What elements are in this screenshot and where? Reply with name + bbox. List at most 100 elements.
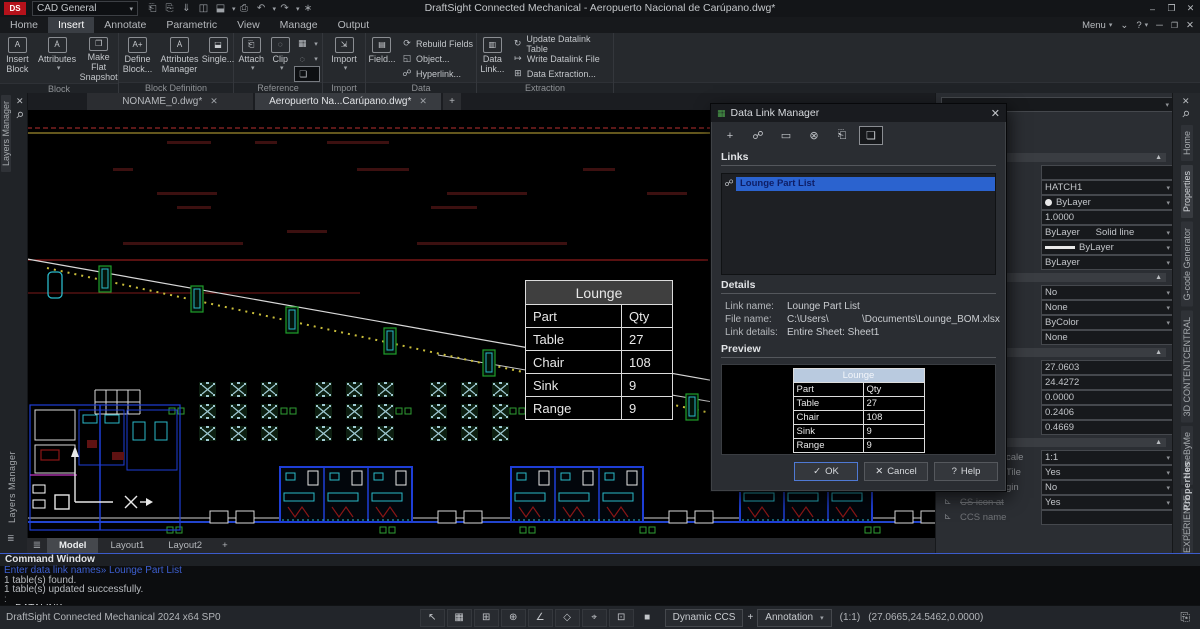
prop-field[interactable]: Yes▾ [1041,465,1174,480]
layers-manager-tab[interactable]: Layers Manager [1,95,11,172]
edit-reference-button[interactable]: ❏ [294,66,320,82]
doc-tab-aeropuerto[interactable]: Aeropuerto Na...Carúpano.dwg*✕ [255,93,441,110]
new-file-icon[interactable]: ⎗ [144,2,161,15]
prop-field[interactable] [1041,510,1174,525]
update-datalink-table-button[interactable]: ↻Update Datalink Table [510,36,613,51]
rebuild-fields-button[interactable]: ⟳Rebuild Fields [399,36,475,51]
prop-field[interactable]: 1.0000 [1041,210,1174,225]
pin-icon[interactable]: ⚲ [1179,108,1191,120]
polar-icon[interactable]: ∠ [528,609,553,627]
ribbon-tab-view[interactable]: View [227,17,270,33]
prop-field[interactable]: No▾ [1041,480,1174,495]
close-icon[interactable]: ✕ [1182,96,1190,107]
insert-block-button[interactable]: A InsertBlock [0,34,35,83]
snap-icon[interactable]: ⊞ [474,609,499,627]
prop-field[interactable]: 1:1▾ [1041,450,1174,465]
ribbon-tab-manage[interactable]: Manage [270,17,328,33]
minimize-button[interactable]: – [1143,1,1162,16]
clip-button[interactable]: ◌ Clip▾ [268,34,292,82]
add-scale-button[interactable]: + [747,612,753,623]
ribbon-tab-annotate[interactable]: Annotate [94,17,156,33]
new-doc-tab-button[interactable]: + [443,93,461,110]
layers-manager-bottom-label[interactable]: Layers Manager [7,451,17,523]
grid-icon[interactable]: ▦ [447,609,472,627]
prop-field[interactable]: 0.4669 [1041,420,1174,435]
collapse-ribbon-icon[interactable]: ⌄ [1120,20,1128,31]
pin-icon[interactable]: ⚲ [13,109,25,121]
ribbon-tab-output[interactable]: Output [328,17,380,33]
undo-icon[interactable]: ↶ [253,2,270,15]
field-button[interactable]: ▤ Field... [367,34,397,82]
export-image-icon[interactable]: ◫ [195,2,212,15]
attributes-button[interactable]: Ȧ Attributes▾ [37,34,78,83]
help-button[interactable]: ?▾ [1136,20,1148,31]
palette-tab-gcode[interactable]: G-code Generator [1181,222,1193,307]
attach-button[interactable]: ⎗ Attach▾ [236,34,266,82]
data-link-button[interactable]: ▥ DataLink... [477,34,508,82]
close-button[interactable]: ✕ [1181,1,1200,16]
xref-frame-button[interactable]: ◌▾ [294,51,320,66]
lounge-table[interactable]: Lounge PartQty Table27 Chair108 Sink9 Ra… [525,280,673,420]
prop-field[interactable]: ByLayer▾ [1041,240,1174,255]
write-datalink-file-button[interactable]: ↦Write Datalink File [510,51,613,66]
ortho-icon[interactable]: ⊕ [501,609,526,627]
restore-button[interactable]: ❐ [1162,1,1181,16]
annotation-dropdown[interactable]: Annotation▾ [757,609,831,627]
close-icon[interactable]: ✕ [991,107,1000,120]
layout1-tab[interactable]: Layout1 [98,538,156,553]
units-icon[interactable]: ■ [636,610,659,626]
single-button[interactable]: ⬓ Single... [203,34,233,82]
doc-minimize-button[interactable]: ─ [1156,20,1163,31]
etrack-icon[interactable]: ⌖ [582,609,607,627]
attributes-manager-button[interactable]: Ȧ AttributesManager [158,34,201,82]
doc-restore-button[interactable]: ❐ [1171,21,1178,30]
close-icon[interactable]: ✕ [210,96,218,107]
print-icon[interactable]: ⎙ [236,2,253,15]
cancel-button[interactable]: ✕Cancel [864,462,928,481]
palette-tab-properties[interactable]: Properties [1181,165,1193,218]
prop-field[interactable]: HATCH1▾ [1041,180,1174,195]
object-button[interactable]: ◱Object... [399,51,475,66]
prop-field[interactable]: ByColor▾ [1041,315,1174,330]
palette-tab-3dcontentcentral[interactable]: 3D CONTENTCENTRAL [1181,311,1193,423]
open-file-icon[interactable]: ⎘ [161,2,178,15]
links-list[interactable]: ☍ Lounge Part List [721,173,996,275]
prop-field[interactable]: No▾ [1041,285,1174,300]
esnap-icon[interactable]: ◇ [555,609,580,627]
prop-field[interactable]: Yes▾ [1041,495,1174,510]
dynamic-ccs-toggle[interactable]: Dynamic CCS [665,609,744,627]
doc-close-button[interactable]: ✕ [1186,20,1194,31]
sheet-list-icon[interactable]: ≣ [27,540,47,551]
close-icon[interactable]: ✕ [16,96,24,107]
ok-button[interactable]: ✓OK [794,462,858,481]
prop-field[interactable]: 0.2406 [1041,405,1174,420]
model-tab[interactable]: Model [47,538,98,553]
make-flat-snapshot-button[interactable]: ❒ Make FlatSnapshot [79,34,118,83]
ribbon-tab-parametric[interactable]: Parametric [156,17,227,33]
prop-field[interactable]: ByLayer▾ [1041,195,1174,210]
layout2-tab[interactable]: Layout2 [156,538,214,553]
rename-link-icon[interactable]: ▭ [775,127,797,144]
help-button[interactable]: ?Help [934,462,998,481]
prop-field[interactable]: 27.0603 [1041,360,1174,375]
dialog-title-bar[interactable]: ▦ Data Link Manager ✕ [711,104,1006,122]
save-icon[interactable]: ⬓ [212,2,229,15]
ccs-icon[interactable]: ⊡ [609,609,634,627]
define-block-button[interactable]: A+ DefineBlock... [119,34,156,82]
ribbon-tab-insert[interactable]: Insert [48,17,94,33]
prop-field[interactable]: 0.0000 [1041,390,1174,405]
prop-field[interactable]: None [1041,330,1174,345]
redo-icon[interactable]: ↷ [276,2,293,15]
new-link-icon[interactable]: + [719,127,741,144]
ribbon-tab-home[interactable]: Home [0,17,48,33]
prop-field[interactable] [1041,165,1174,180]
hyperlink-button[interactable]: ☍Hyperlink... [399,66,475,81]
open-source-icon[interactable]: ⎗ [831,127,853,144]
link-icon[interactable]: ☍ [747,127,769,144]
prop-field[interactable]: 24.4272 [1041,375,1174,390]
preview-toggle-icon[interactable]: ❏ [859,126,883,145]
doc-tab-noname[interactable]: NONAME_0.dwg*✕ [87,93,253,110]
share-icon[interactable]: ⇓ [178,2,195,15]
workspace-selector[interactable]: CAD General ▾ [32,1,138,16]
prop-field[interactable]: ByLayer Solid line▾ [1041,225,1174,240]
